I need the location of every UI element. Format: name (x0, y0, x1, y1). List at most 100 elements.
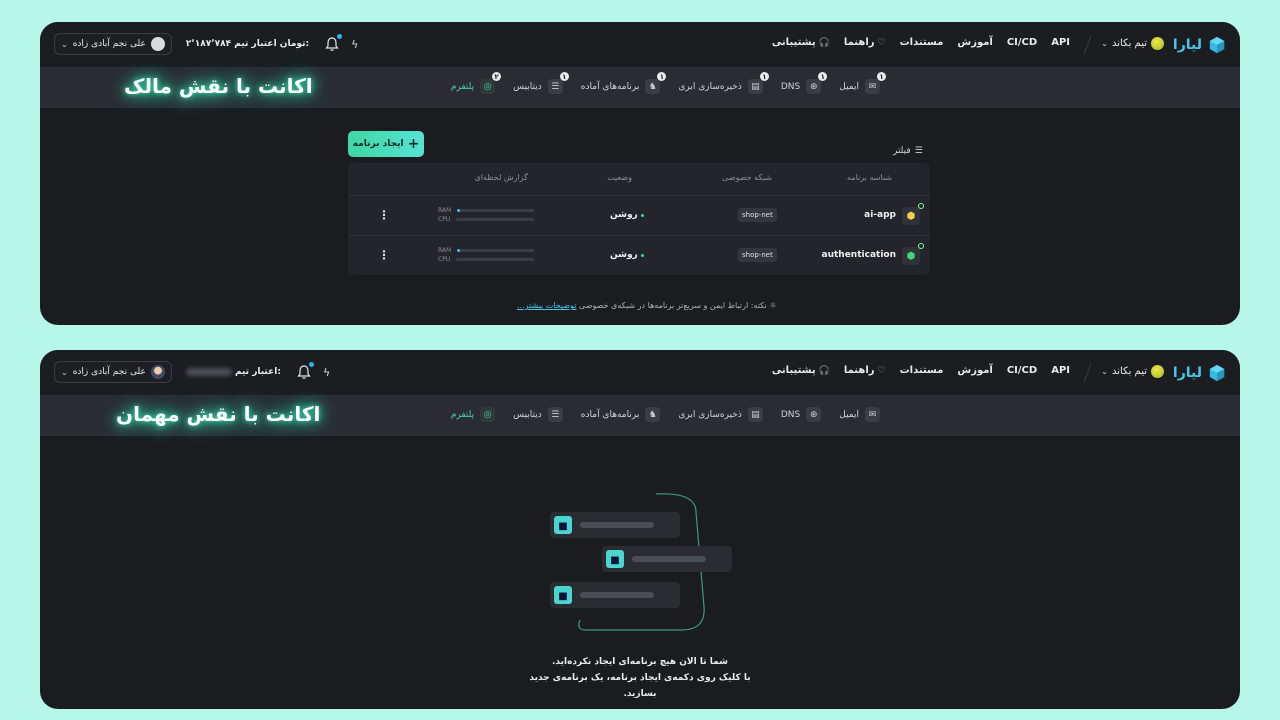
nav-support[interactable]: 🎧 پشتیبانی (772, 365, 830, 376)
count-badge: ۱ (759, 72, 769, 81)
ready-apps-icon: ♞ (645, 79, 661, 94)
tab-label: ایمیل (839, 409, 859, 420)
nav-guide-label: راهنما (843, 37, 875, 48)
credit-label: اعتبار تیم: (234, 367, 281, 377)
tab-platform[interactable]: ◎ پلتفرم ۲ (450, 72, 502, 94)
status-label: روشن (610, 210, 638, 220)
liara-logo[interactable]: لیارا (1173, 362, 1226, 384)
user-name: علی نجم آبادی زاده (72, 39, 146, 49)
product-tabs: ◎ پلتفرم ☰ دیتابیس ♞ برنامه‌های آماده ▤ ذخیر… (451, 407, 880, 422)
more-options-icon[interactable]: ⋮ (378, 208, 390, 222)
tab-label: پلتفرم (450, 409, 475, 420)
table-row[interactable]: ⬢ authentication shop-net روشن RAM CPU ⋮ (348, 235, 930, 275)
header-private-net: شبکه خصوصی (722, 173, 772, 182)
nav-support[interactable]: 🎧 پشتیبانی (772, 37, 830, 48)
tab-ready-apps[interactable]: ♞ برنامه‌های آماده (581, 407, 661, 422)
table-row[interactable]: ⬢ ai-app shop-net روشن RAM CPU ⋮ (348, 195, 930, 235)
nav-api-label: API (1051, 365, 1070, 376)
tab-database[interactable]: ☰ دیتابیس (513, 407, 563, 422)
status-ring-icon (918, 243, 924, 249)
product-tabs: ◎ پلتفرم ۲ ☰ دیتابیس ۱ ♞ برنامه‌های آماده ۱ ▤ ذ… (450, 72, 886, 94)
app-name[interactable]: ai-app (864, 210, 896, 220)
tab-storage[interactable]: ▤ ذخیره‌سازی ابری (678, 407, 763, 422)
status-text: روشن (610, 210, 644, 220)
tab-label: DNS (780, 81, 801, 92)
nav-api[interactable]: API (1051, 37, 1070, 48)
empty-state-illustration: ■ ■ ■ (550, 493, 732, 631)
placeholder-card: ■ (550, 582, 680, 608)
nav-api[interactable]: API (1051, 365, 1070, 376)
nav-learn[interactable]: آموزش (957, 365, 992, 376)
nav-cicd-label: CI/CD (1006, 37, 1038, 48)
tab-storage[interactable]: ▤ ذخیره‌سازی ابری ۱ (678, 72, 769, 94)
cpu-label: CPU (438, 256, 451, 263)
tip-bulb-icon: ☼ (769, 301, 777, 310)
tab-label: دیتابیس (513, 81, 542, 92)
cube-logo-icon (1209, 364, 1225, 382)
count-badge: ۱ (559, 72, 569, 81)
chevron-down-icon: ⌄ (61, 367, 68, 377)
bell-icon[interactable] (325, 34, 343, 52)
headset-icon: 🎧 (818, 37, 830, 48)
count-badge: ۱ (657, 72, 667, 81)
logo-text: لیارا (1172, 37, 1202, 53)
main-nav: 🎧 پشتیبانی ♡ راهنما مستندات آموزش CI/CD AP… (772, 365, 1070, 376)
nav-cicd[interactable]: CI/CD (1007, 37, 1037, 48)
tab-ready-apps[interactable]: ♞ برنامه‌های آماده ۱ (581, 72, 667, 94)
nav-docs-label: مستندات (899, 37, 944, 48)
nav-docs[interactable]: مستندات (900, 37, 944, 48)
liara-logo[interactable]: لیارا (1173, 34, 1226, 56)
nav-cicd[interactable]: CI/CD (1007, 365, 1037, 376)
user-name: علی نجم آبادی زاده (72, 367, 146, 377)
tip-more-link[interactable]: توضیحات بیشتر... (517, 301, 576, 310)
nav-learn[interactable]: آموزش (957, 37, 992, 48)
placeholder-card: ■ (550, 512, 680, 538)
nav-docs[interactable]: مستندات (900, 365, 944, 376)
header-report: گزارش لحظه‌ای (474, 173, 528, 182)
more-options-icon[interactable]: ⋮ (378, 248, 390, 262)
team-avatar (1151, 37, 1164, 50)
nav-api-label: API (1051, 37, 1070, 48)
app-name[interactable]: authentication (822, 250, 896, 260)
team-switcher[interactable]: ⌄ تیم بکاند (1101, 37, 1164, 50)
tab-email[interactable]: ✉ ایمیل ۱ (839, 72, 886, 94)
storage-icon: ▤ (747, 407, 763, 422)
tab-label: ذخیره‌سازی ابری (678, 409, 742, 420)
bolt-icon[interactable]: ϟ (323, 366, 330, 379)
globe-icon: ⊕ (806, 407, 822, 422)
team-switcher[interactable]: ⌄ تیم بکاند (1101, 365, 1164, 378)
bulb-icon: ♡ (877, 37, 886, 48)
bolt-icon[interactable]: ϟ (351, 38, 358, 51)
network-tip: ☼ نکته: ارتباط ایمن و سریع‌تر برنامه‌ها … (517, 301, 777, 310)
nav-guide[interactable]: ♡ راهنما (844, 365, 886, 376)
filter-button[interactable]: فیلتر ☰ (893, 146, 923, 156)
tab-platform[interactable]: ◎ پلتفرم (450, 407, 496, 422)
notification-dot (337, 34, 343, 39)
user-menu[interactable]: ⌄ علی نجم آبادی زاده (54, 33, 172, 55)
divider (1083, 363, 1092, 383)
tab-email[interactable]: ✉ ایمیل (839, 407, 880, 422)
tab-database[interactable]: ☰ دیتابیس ۱ (513, 72, 569, 94)
status-label: روشن (610, 250, 638, 260)
tab-dns[interactable]: ⊕ DNS ۱ (780, 72, 828, 94)
team-credit: ۲٬۱۸۷٬۷۸۴ تومان اعتبار تیم: (186, 39, 309, 49)
role-title: اکانت با نقش مالک (124, 74, 313, 98)
user-menu[interactable]: ⌄ علی نجم آبادی زاده (54, 361, 172, 383)
svg-text:■: ■ (558, 521, 567, 532)
empty-line-2: با کلیک روی دکمه‌ی ایجاد برنامه، یک برنا… (529, 673, 751, 683)
bell-icon[interactable] (297, 362, 314, 380)
nav-support-label: پشتیبانی (771, 365, 816, 376)
tab-label: پلتفرم (450, 81, 475, 92)
create-app-button[interactable]: ایجاد برنامه + (348, 131, 424, 157)
divider (1083, 35, 1092, 55)
placeholder-card: ■ (602, 546, 732, 572)
nav-guide[interactable]: ♡ راهنما (844, 37, 886, 48)
ram-bar (457, 209, 461, 212)
notification-dot (308, 362, 314, 367)
top-navbar: لیارا ⌄ تیم بکاند 🎧 پشتیبانی ♡ راهنما مستن… (40, 350, 1240, 396)
nav-learn-label: آموزش (957, 365, 993, 376)
team-name: تیم بکاند (1111, 38, 1147, 49)
filter-icon: ☰ (914, 146, 923, 156)
create-app-label: ایجاد برنامه (352, 139, 404, 149)
tab-dns[interactable]: ⊕ DNS (781, 407, 822, 422)
